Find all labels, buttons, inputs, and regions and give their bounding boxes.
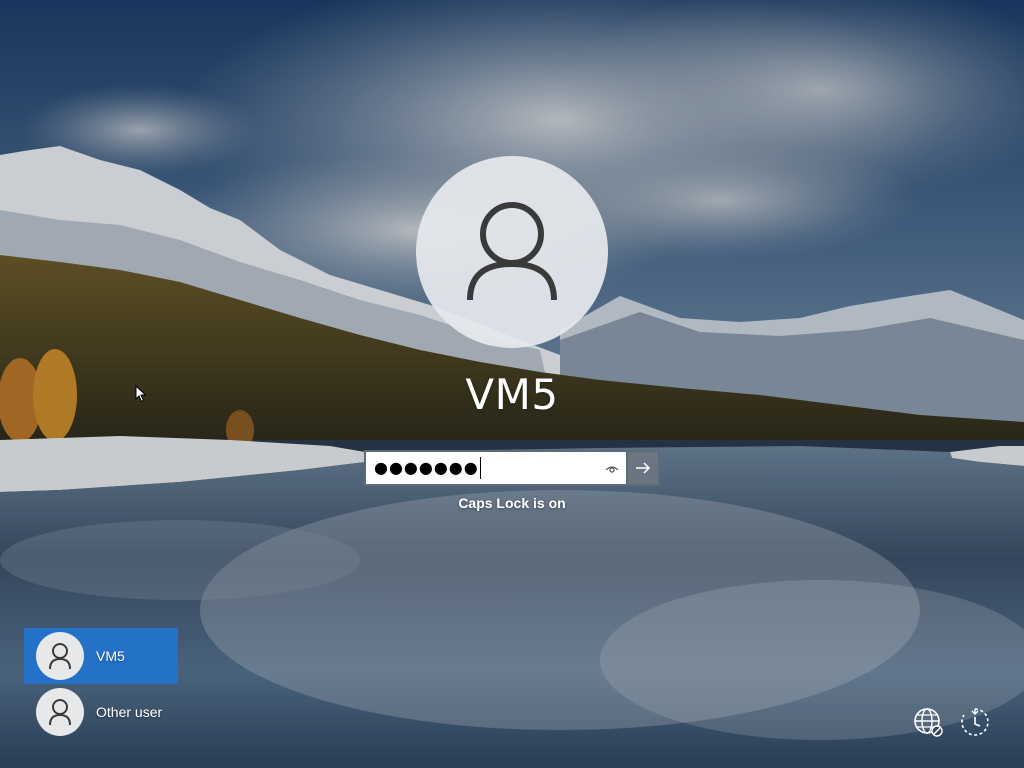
text-caret: [479, 457, 481, 479]
user-avatar-small: [36, 632, 84, 680]
caps-lock-warning: Caps Lock is on: [458, 495, 566, 511]
network-icon: [914, 708, 943, 737]
user-avatar: [416, 156, 608, 348]
user-list-item-other-user[interactable]: Other user: [24, 684, 178, 740]
password-input[interactable]: ●●●●●●●: [364, 450, 626, 486]
mouse-pointer-icon: [135, 385, 147, 403]
ease-of-access-button[interactable]: [957, 704, 993, 740]
network-button[interactable]: [910, 704, 946, 740]
user-list-item-label: VM5: [96, 648, 125, 664]
arrow-right-icon: [636, 462, 651, 474]
user-icon: [467, 202, 557, 301]
ease-of-access-icon: [961, 708, 989, 736]
user-icon: [49, 643, 71, 670]
user-list-item-label: Other user: [96, 704, 163, 720]
user-avatar-small: [36, 688, 84, 736]
selected-user-name: VM5: [465, 370, 559, 419]
password-box: ●●●●●●●: [364, 450, 660, 486]
submit-button[interactable]: [626, 450, 660, 486]
password-masked-value: ●●●●●●●: [374, 458, 479, 477]
eye-icon[interactable]: [604, 461, 620, 477]
user-list-item-vm5[interactable]: VM5: [24, 628, 178, 684]
user-icon: [49, 699, 71, 726]
